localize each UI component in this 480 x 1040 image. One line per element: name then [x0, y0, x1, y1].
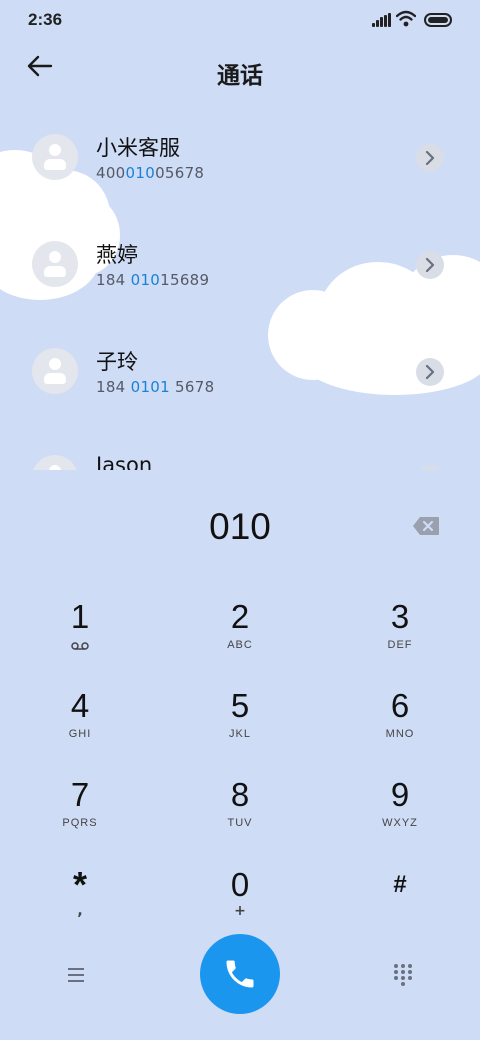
status-time: 2:36	[28, 10, 63, 29]
key-digit: 5	[230, 687, 250, 724]
key-digit: 7	[70, 776, 90, 813]
key-digit: 1	[70, 598, 90, 635]
key-digit: 0	[230, 866, 250, 903]
avatar	[32, 348, 78, 394]
contact-name: 小米客服	[96, 136, 180, 160]
call-button[interactable]	[200, 934, 280, 1014]
key-digit: 2	[230, 598, 250, 635]
contact-name: 燕婷	[96, 243, 138, 267]
key-1[interactable]: 1	[20, 598, 140, 678]
contact-suggestion-list: 小米客服 40001005678 燕婷 184 01015689 子玲 184 …	[0, 110, 480, 470]
key-letters: TUV	[227, 817, 253, 829]
key-digit: 8	[230, 776, 250, 813]
key-3[interactable]: 3 DEF	[340, 598, 460, 678]
key-4[interactable]: 4 GHI	[20, 687, 140, 767]
key-7[interactable]: 7 PQRS	[20, 776, 140, 856]
key-digit: 4	[70, 687, 90, 724]
key-letters: ABC	[227, 639, 253, 651]
key-letters: MNO	[385, 728, 415, 740]
wifi-icon	[396, 10, 416, 27]
phone-icon	[226, 960, 254, 988]
contact-item[interactable]: 燕婷 184 01015689	[0, 217, 480, 317]
page-title: 通话	[217, 63, 263, 89]
key-digit: 6	[390, 687, 410, 724]
key-digit: 3	[390, 598, 410, 635]
key-letters: WXYZ	[382, 817, 418, 829]
contact-detail-button[interactable]	[416, 358, 444, 386]
contact-item[interactable]: Jason	[0, 431, 480, 470]
menu-button[interactable]	[66, 966, 90, 986]
key-digit: *	[72, 864, 87, 905]
backspace-icon[interactable]	[412, 516, 440, 536]
voicemail-icon	[71, 642, 89, 650]
avatar	[32, 455, 78, 470]
contact-item[interactable]: 小米客服 40001005678	[0, 110, 480, 210]
contact-number: 184 01015689	[96, 271, 210, 289]
contact-number: 184 0101 5678	[96, 378, 215, 396]
header: 通话	[0, 48, 480, 92]
dialer-action-bar	[0, 932, 480, 1022]
key-8[interactable]: 8 TUV	[180, 776, 300, 856]
dialpad: 010 1 2 ABC 3 DEF 4 GHI 5 JKL 6 MNO 7 PQ…	[0, 470, 480, 1040]
dialpad-icon[interactable]	[392, 964, 416, 988]
key-6[interactable]: 6 MNO	[340, 687, 460, 767]
contact-number: 40001005678	[96, 164, 205, 182]
avatar	[32, 241, 78, 287]
key-digit: 9	[390, 776, 410, 813]
key-letters: JKL	[229, 728, 251, 740]
key-letters: PQRS	[62, 817, 98, 829]
signal-icon	[372, 13, 392, 27]
battery-icon	[424, 13, 452, 27]
chevron-right-icon	[425, 151, 435, 165]
key-2[interactable]: 2 ABC	[180, 598, 300, 678]
contact-item[interactable]: 子玲 184 0101 5678	[0, 324, 480, 424]
contact-detail-button[interactable]	[416, 251, 444, 279]
key-letters: DEF	[387, 639, 413, 651]
avatar	[32, 134, 78, 180]
chevron-right-icon	[425, 365, 435, 379]
contact-name: 子玲	[96, 350, 138, 374]
key-letters: +	[234, 903, 246, 919]
chevron-right-icon	[425, 258, 435, 272]
key-letters: GHI	[68, 728, 92, 740]
key-9[interactable]: 9 WXYZ	[340, 776, 460, 856]
status-bar: 2:36	[0, 0, 480, 40]
contact-detail-button[interactable]	[416, 144, 444, 172]
dial-input[interactable]: 010	[0, 506, 480, 548]
contact-name: Jason	[96, 453, 153, 470]
key-digit: #	[393, 871, 407, 898]
key-5[interactable]: 5 JKL	[180, 687, 300, 767]
key-letters: ,	[77, 903, 83, 919]
